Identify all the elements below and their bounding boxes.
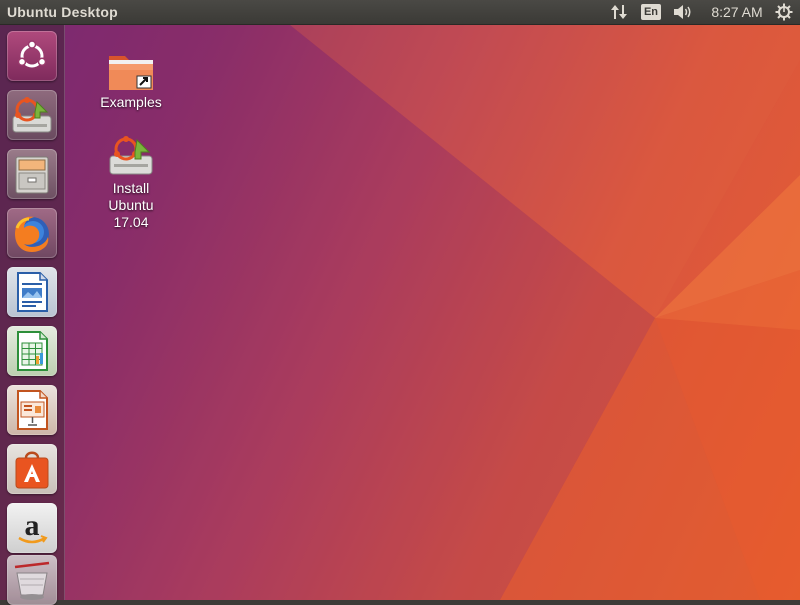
session-menu[interactable]	[772, 0, 796, 24]
files-cabinet-icon	[15, 156, 49, 194]
desktop-icon-label-line: 17.04	[113, 214, 149, 230]
window-title: Ubuntu Desktop	[7, 4, 118, 20]
network-updown-icon	[611, 5, 627, 19]
keyboard-language-indicator[interactable]: En	[640, 0, 662, 24]
desktop-icon-label: Examples	[100, 94, 162, 110]
launcher-calc[interactable]	[7, 326, 57, 376]
libreoffice-calc-icon	[17, 331, 48, 371]
desktop-icon-label-line: Ubuntu	[108, 197, 154, 213]
launcher-install-ubuntu[interactable]	[7, 90, 57, 140]
network-indicator[interactable]	[606, 0, 632, 24]
desktop-icon-examples[interactable]: Examples	[85, 50, 177, 111]
launcher-trash[interactable]	[7, 555, 57, 605]
launcher-impress[interactable]	[7, 385, 57, 435]
desktop-icon-install-ubuntu[interactable]: Install Ubuntu 17.04	[85, 132, 177, 231]
launcher-writer[interactable]	[7, 267, 57, 317]
launcher-dash-button[interactable]	[7, 31, 57, 81]
desktop-icon-label-line: Install	[112, 180, 150, 196]
libreoffice-impress-icon	[17, 390, 48, 430]
launcher-firefox[interactable]	[7, 208, 57, 258]
svg-text:a: a	[25, 509, 40, 542]
trash-icon	[14, 561, 50, 600]
clock[interactable]: 8:27 AM	[706, 0, 768, 24]
volume-icon	[674, 5, 691, 19]
top-panel: Ubuntu Desktop En 8:27 AM	[0, 0, 800, 25]
ubuntu-software-icon	[15, 451, 49, 489]
language-badge: En	[640, 4, 662, 20]
power-gear-icon	[775, 3, 793, 21]
amazon-icon: a	[18, 509, 48, 544]
launcher-ubuntu-software[interactable]	[7, 444, 57, 494]
launcher-amazon[interactable]: a	[7, 503, 57, 553]
folder-link-icon	[109, 56, 153, 90]
install-ubuntu-icon	[12, 97, 52, 133]
launcher: a	[0, 25, 65, 605]
firefox-icon	[15, 216, 49, 252]
launcher-files[interactable]	[7, 149, 57, 199]
install-ubuntu-icon	[109, 136, 153, 175]
libreoffice-writer-icon	[17, 272, 48, 312]
dash-ubuntu-logo-icon	[17, 40, 47, 68]
sound-indicator[interactable]	[670, 0, 696, 24]
